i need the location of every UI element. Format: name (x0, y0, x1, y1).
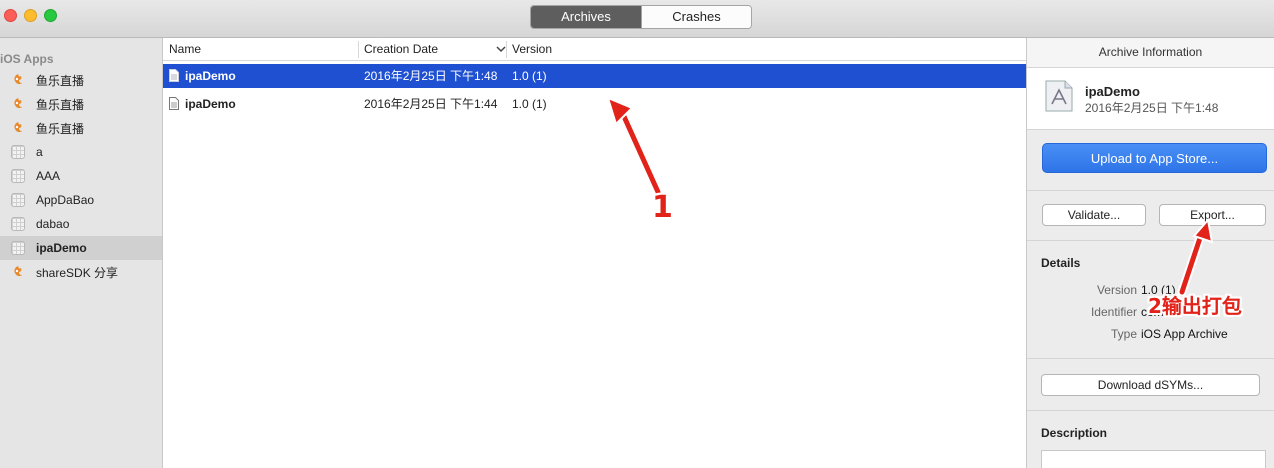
row-version: 1.0 (1) (512, 97, 547, 111)
column-header-version[interactable]: Version (512, 38, 552, 61)
generic-app-icon (11, 169, 25, 183)
sidebar-item-selected[interactable]: ipaDemo (0, 236, 162, 260)
fish-app-icon (11, 265, 25, 279)
identifier-value: com.w...e... (1141, 305, 1202, 319)
sidebar-item[interactable]: shareSDK 分享 (0, 260, 162, 284)
fish-app-icon (11, 97, 25, 111)
fish-app-icon (11, 121, 25, 135)
sidebar: iOS Apps 鱼乐直播 鱼乐直播 鱼乐直播 a AAA AppDaBao d… (0, 38, 163, 468)
column-separator[interactable] (358, 41, 359, 58)
column-separator[interactable] (506, 41, 507, 58)
sidebar-item[interactable]: AAA (0, 164, 162, 188)
minimize-window-button[interactable] (24, 9, 37, 22)
fish-app-icon (11, 73, 25, 87)
sidebar-item[interactable]: a (0, 140, 162, 164)
sidebar-item-label: 鱼乐直播 (36, 73, 85, 88)
table-row[interactable]: ipaDemo 2016年2月25日 下午1:48 1.0 (1) (163, 64, 1026, 88)
divider (1027, 240, 1274, 241)
sidebar-item-label: 鱼乐直播 (36, 97, 85, 112)
upload-to-app-store-button[interactable]: Upload to App Store... (1042, 143, 1267, 173)
generic-app-icon (11, 193, 25, 207)
generic-app-icon (11, 217, 25, 231)
list-header: Name Creation Date Version (163, 38, 1026, 61)
tab-archives[interactable]: Archives (531, 6, 641, 28)
details-title: Details (1041, 256, 1081, 270)
divider (1027, 358, 1274, 359)
archive-summary: ipaDemo 2016年2月25日 下午1:48 (1027, 68, 1274, 130)
archive-date: 2016年2月25日 下午1:48 (1085, 101, 1219, 115)
description-field[interactable] (1041, 450, 1266, 468)
row-name: ipaDemo (185, 69, 236, 83)
sidebar-item[interactable]: AppDaBao (0, 188, 162, 212)
close-window-button[interactable] (4, 9, 17, 22)
archive-list: Name Creation Date Version ipaDemo 2016年… (163, 38, 1026, 468)
title-bar: Archives Crashes (0, 0, 1274, 38)
type-value: iOS App Archive (1141, 327, 1228, 341)
zoom-window-button[interactable] (44, 9, 57, 22)
table-row[interactable]: ipaDemo 2016年2月25日 下午1:44 1.0 (1) (163, 92, 1026, 116)
version-label: Version (1096, 283, 1137, 297)
sidebar-item-label: dabao (36, 217, 70, 231)
sidebar-item-label: a (36, 145, 43, 159)
generic-app-icon (11, 241, 25, 255)
identifier-label: Identifier (1090, 305, 1137, 319)
archive-document-icon (169, 69, 179, 82)
archive-name: ipaDemo (1085, 84, 1140, 99)
sidebar-item-label: AppDaBao (36, 193, 95, 207)
divider (1027, 190, 1274, 191)
sidebar-item-label: shareSDK 分享 (36, 265, 119, 280)
sidebar-item[interactable]: 鱼乐直播 (0, 116, 162, 140)
validate-button[interactable]: Validate... (1042, 204, 1146, 226)
description-title: Description (1041, 426, 1108, 440)
export-button[interactable]: Export... (1159, 204, 1266, 226)
archive-icon (1045, 80, 1073, 112)
version-value: 1.0 (1) (1141, 283, 1176, 297)
archive-document-icon (169, 97, 179, 110)
view-segmented-control: Archives Crashes (530, 5, 752, 29)
sidebar-item[interactable]: dabao (0, 212, 162, 236)
sidebar-header: iOS Apps (0, 52, 54, 66)
sidebar-item-label: ipaDemo (36, 241, 87, 255)
generic-app-icon (11, 145, 25, 159)
chevron-down-icon[interactable] (496, 43, 506, 57)
type-label: Type (1110, 327, 1137, 341)
download-dsyms-button[interactable]: Download dSYMs... (1041, 374, 1260, 396)
sidebar-item-label: AAA (36, 169, 61, 183)
sidebar-item-label: 鱼乐直播 (36, 121, 85, 136)
row-date: 2016年2月25日 下午1:48 (364, 69, 498, 83)
column-header-name[interactable]: Name (169, 38, 201, 61)
column-header-creation-date[interactable]: Creation Date (364, 38, 438, 61)
inspector-panel: Archive Information ipaDemo 2016年2月25日 下… (1026, 38, 1274, 468)
row-date: 2016年2月25日 下午1:44 (364, 97, 498, 111)
sidebar-item[interactable]: 鱼乐直播 (0, 68, 162, 92)
row-version: 1.0 (1) (512, 69, 547, 83)
divider (1027, 410, 1274, 411)
tab-crashes[interactable]: Crashes (641, 6, 751, 28)
sidebar-item[interactable]: 鱼乐直播 (0, 92, 162, 116)
inspector-title: Archive Information (1027, 38, 1274, 68)
row-name: ipaDemo (185, 97, 236, 111)
